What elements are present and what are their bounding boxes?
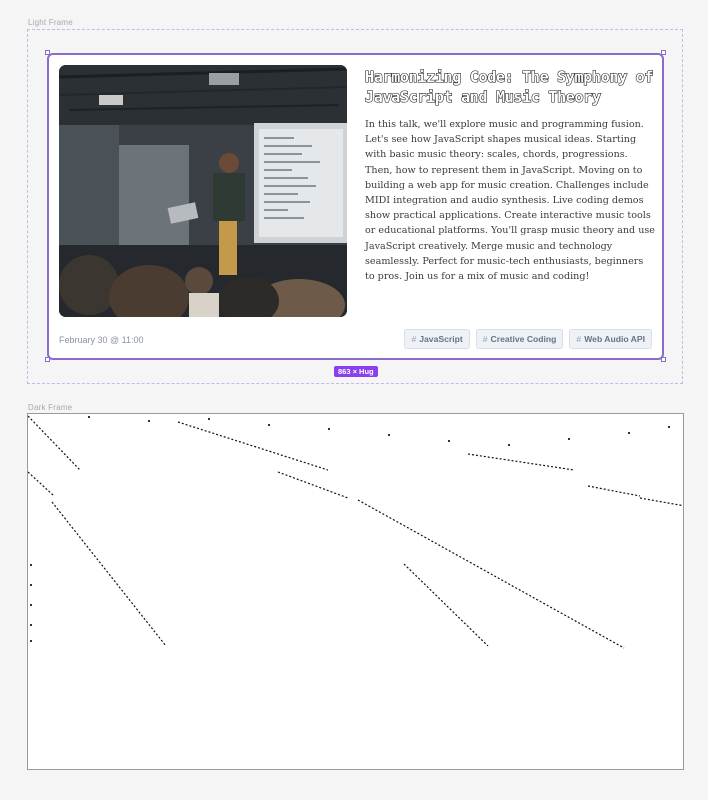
tag-creative-coding[interactable]: # Creative Coding [475, 329, 564, 349]
hash-icon: # [482, 334, 488, 344]
size-badge: 863 × Hug [334, 366, 378, 377]
light-frame-label: Light Frame [28, 18, 73, 27]
tag-label: Web Audio API [584, 334, 645, 344]
dark-frame-artifacts [28, 415, 683, 649]
resize-handle-top-right[interactable] [661, 50, 666, 55]
dark-frame-label: Dark Frame [28, 403, 73, 412]
talk-card[interactable]: Harmonizing Code: The Symphony of JavaSc… [47, 53, 664, 360]
resize-handle-bottom-right[interactable] [661, 357, 666, 362]
dark-frame[interactable] [27, 413, 684, 770]
speaker-photo-image [59, 65, 347, 317]
tag-label: JavaScript [419, 334, 463, 344]
hash-icon: # [576, 334, 582, 344]
tag-label: Creative Coding [490, 334, 557, 344]
hash-icon: # [411, 334, 417, 344]
resize-handle-bottom-left[interactable] [45, 357, 50, 362]
tag-web-audio-api[interactable]: # Web Audio API [569, 329, 652, 349]
talk-description: In this talk, we'll explore music and pr… [365, 119, 655, 283]
resize-handle-top-left[interactable] [45, 50, 50, 55]
tag-javascript[interactable]: # JavaScript [404, 329, 470, 349]
talk-date: February 30 @ 11:00 [59, 335, 144, 345]
tag-list: # JavaScript # Creative Coding # Web Aud… [404, 329, 652, 349]
talk-photo [59, 65, 347, 317]
talk-title: Harmonizing Code: The Symphony of JavaSc… [364, 67, 654, 106]
